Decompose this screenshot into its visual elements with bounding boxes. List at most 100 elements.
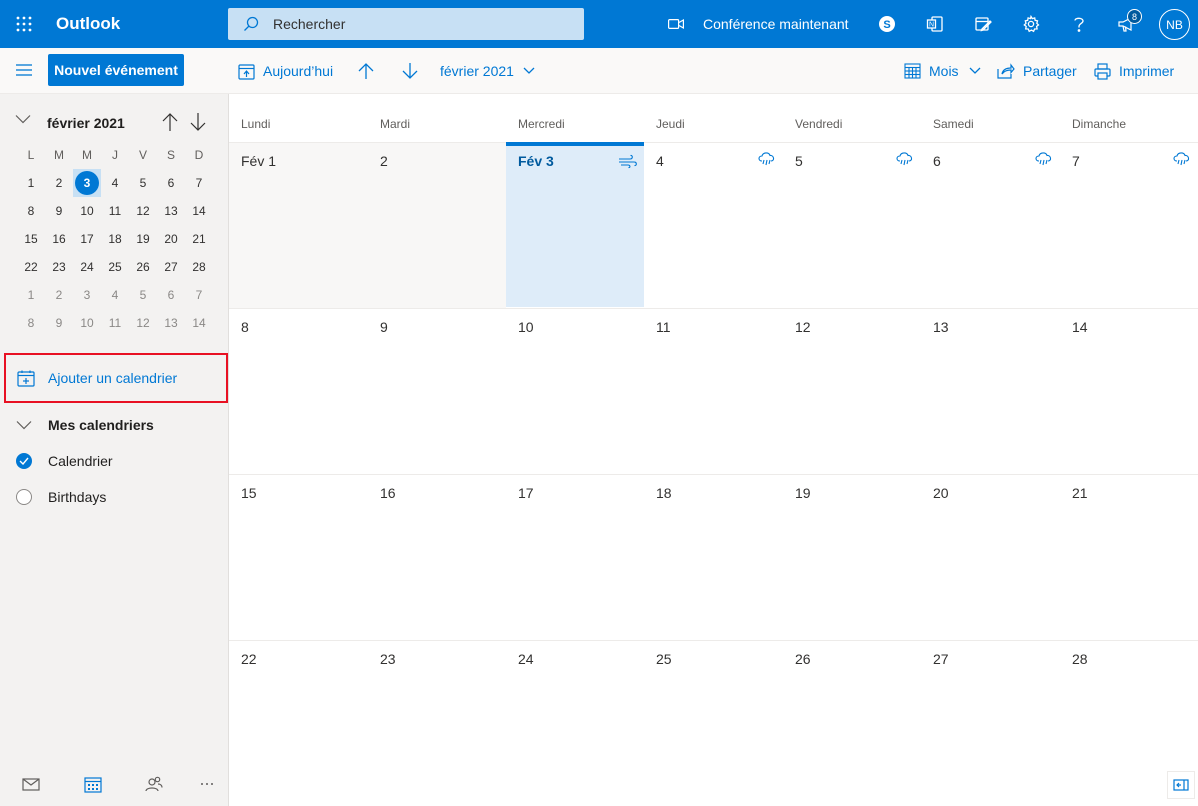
skype-icon[interactable]: S [867,0,907,48]
mini-day[interactable]: 12 [129,309,157,337]
calendar-item-birthdays[interactable]: Birthdays [0,482,229,512]
day-cell[interactable]: 10 [506,309,644,474]
mini-day[interactable]: 1 [17,169,45,197]
mini-day[interactable]: 16 [45,225,73,253]
restore-pane-icon[interactable] [1167,771,1195,799]
my-day-icon[interactable] [963,0,1003,48]
mini-day[interactable]: 11 [101,197,129,225]
day-cell[interactable]: 13 [921,309,1060,474]
mini-day[interactable]: 27 [157,253,185,281]
day-cell[interactable]: Fév 1 [229,143,368,308]
day-cell[interactable]: 18 [644,475,783,640]
app-brand[interactable]: Outlook [56,14,120,34]
mini-day[interactable]: 25 [101,253,129,281]
mini-day[interactable]: 15 [17,225,45,253]
next-month-button[interactable] [402,48,426,94]
day-cell[interactable]: 24 [506,641,644,806]
hamburger-menu-icon[interactable] [10,56,38,84]
more-apps-icon[interactable] [185,762,229,806]
mini-day[interactable]: 24 [73,253,101,281]
calendar-icon[interactable] [62,762,124,806]
day-cell[interactable]: 7 [1060,143,1198,308]
mini-day[interactable]: 2 [45,169,73,197]
mini-day[interactable]: 7 [185,169,213,197]
day-cell[interactable]: 17 [506,475,644,640]
day-cell[interactable]: 19 [783,475,921,640]
rain-cloud-icon[interactable] [1034,151,1054,167]
mini-day[interactable]: 5 [129,281,157,309]
mini-day[interactable]: 18 [101,225,129,253]
mini-day[interactable]: 9 [45,197,73,225]
mini-day[interactable]: 17 [73,225,101,253]
mini-day[interactable]: 10 [73,309,101,337]
rain-cloud-icon[interactable] [895,151,915,167]
day-cell[interactable]: 11 [644,309,783,474]
mini-day[interactable]: 13 [157,309,185,337]
day-cell[interactable]: 2 [368,143,506,308]
day-cell[interactable]: 6 [921,143,1060,308]
my-calendars-group-header[interactable]: Mes calendriers [0,410,229,440]
mini-day[interactable]: 12 [129,197,157,225]
mini-day[interactable]: 7 [185,281,213,309]
mini-day[interactable]: 26 [129,253,157,281]
day-cell[interactable]: 9 [368,309,506,474]
mini-day[interactable]: 4 [101,169,129,197]
mini-day[interactable]: 28 [185,253,213,281]
day-cell[interactable]: 15 [229,475,368,640]
new-event-button[interactable]: Nouvel événement [48,54,184,86]
rain-cloud-icon[interactable] [1172,151,1192,167]
mini-day[interactable]: 6 [157,169,185,197]
day-cell[interactable]: 23 [368,641,506,806]
mini-day[interactable]: 8 [17,309,45,337]
day-cell[interactable]: 20 [921,475,1060,640]
day-cell[interactable]: 25 [644,641,783,806]
mini-day-today[interactable]: 3 [73,169,101,197]
view-switcher-button[interactable]: Mois [904,48,989,94]
day-cell[interactable]: 22 [229,641,368,806]
mini-day[interactable]: 20 [157,225,185,253]
chevron-down-icon[interactable] [15,114,31,124]
office-apps-icon[interactable]: N [915,0,955,48]
mini-day[interactable]: 4 [101,281,129,309]
mini-day[interactable]: 23 [45,253,73,281]
day-cell[interactable]: 12 [783,309,921,474]
mini-day[interactable]: 9 [45,309,73,337]
meet-now-button[interactable]: Conférence maintenant [668,0,849,48]
mini-day[interactable]: 8 [17,197,45,225]
arrow-up-icon[interactable] [161,112,179,132]
previous-month-button[interactable] [358,48,382,94]
mini-calendar-title[interactable]: février 2021 [47,115,125,131]
day-cell[interactable]: 27 [921,641,1060,806]
mini-day[interactable]: 3 [73,281,101,309]
mini-day[interactable]: 11 [101,309,129,337]
mini-day[interactable]: 5 [129,169,157,197]
settings-icon[interactable] [1011,0,1051,48]
people-icon[interactable] [123,762,185,806]
calendar-item-calendrier[interactable]: Calendrier [0,446,229,476]
mail-icon[interactable] [0,762,62,806]
day-cell[interactable]: 26 [783,641,921,806]
app-launcher-icon[interactable] [0,0,48,48]
mini-day[interactable]: 13 [157,197,185,225]
mini-day[interactable]: 6 [157,281,185,309]
unchecked-circle-icon[interactable] [16,489,32,505]
mini-day[interactable]: 2 [45,281,73,309]
avatar[interactable]: NB [1159,9,1190,40]
day-cell[interactable]: 5 [783,143,921,308]
day-cell[interactable]: 4 [644,143,783,308]
day-cell[interactable]: 8 [229,309,368,474]
wind-icon[interactable] [618,154,638,170]
help-icon[interactable] [1059,0,1099,48]
rain-cloud-icon[interactable] [757,151,777,167]
arrow-down-icon[interactable] [189,112,207,132]
day-cell[interactable]: 14 [1060,309,1198,474]
mini-day[interactable]: 19 [129,225,157,253]
print-button[interactable]: Imprimer [1094,48,1174,94]
share-button[interactable]: Partager [997,48,1077,94]
checkmark-icon[interactable] [16,453,32,469]
mini-day[interactable]: 22 [17,253,45,281]
add-calendar-button[interactable]: Ajouter un calendrier [4,353,228,403]
mini-day[interactable]: 1 [17,281,45,309]
day-cell[interactable]: 21 [1060,475,1198,640]
today-button[interactable]: Aujourd’hui [238,48,333,94]
